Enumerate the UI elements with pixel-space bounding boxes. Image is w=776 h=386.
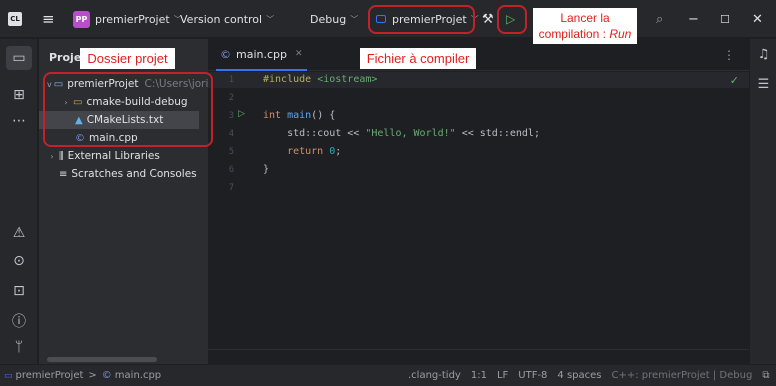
build-config-label: Debug xyxy=(310,12,347,26)
run-gutter-icon[interactable]: ▷ xyxy=(238,109,245,119)
annotation-line: compilation : Run xyxy=(533,26,637,42)
line-number: 7 xyxy=(228,183,234,193)
breadcrumb-separator: > xyxy=(88,370,97,381)
annotation-run-word: Run xyxy=(609,27,632,41)
vcs-label: Version control xyxy=(180,12,263,26)
code-token: << std::endl; xyxy=(455,128,540,139)
code-token: 0 xyxy=(323,146,336,157)
more-vertical-icon[interactable]: ⋮ xyxy=(723,48,735,62)
line-number: 6 xyxy=(228,165,234,175)
notifications-icon[interactable]: ♫ xyxy=(750,47,776,62)
resolve-context[interactable]: C++: premierProjet | Debug xyxy=(612,370,753,381)
project-tool-folder-icon[interactable]: ▭ xyxy=(6,46,32,70)
tab-main-cpp[interactable]: © main.cpp ✕ xyxy=(216,39,307,71)
line-ending[interactable]: LF xyxy=(497,370,508,381)
code-token: int xyxy=(263,110,282,121)
tree-item-scratches[interactable]: ≡ Scratches and Consoles xyxy=(39,165,208,183)
tree-item-label: External Libraries xyxy=(67,150,160,162)
line-number: 1 xyxy=(228,75,234,85)
git-icon[interactable]: ᛘ xyxy=(0,339,38,355)
problems-icon[interactable]: ⓘ xyxy=(0,311,38,331)
services-icon[interactable]: ⊙ xyxy=(0,253,38,269)
annotation-dossier-projet: Dossier projet xyxy=(80,48,175,69)
status-bar: ▭ premierProjet > © main.cpp .clang-tidy… xyxy=(0,364,776,386)
code-token: std::cout << xyxy=(263,128,366,139)
horizontal-scrollbar[interactable] xyxy=(47,357,157,362)
line-number: 5 xyxy=(228,147,234,157)
code-token: } xyxy=(263,164,270,175)
hamburger-icon[interactable]: ≡ xyxy=(42,0,55,38)
code-line-5[interactable]: return 0; xyxy=(263,146,341,157)
project-badge: PP xyxy=(73,10,90,28)
line-number: 3 xyxy=(228,111,234,121)
code-token: "Hello, World!" xyxy=(365,128,456,139)
terminal-icon[interactable]: ⊡ xyxy=(0,283,38,299)
chevron-down-icon: ﹀ xyxy=(350,14,359,24)
library-icon: ⫼ xyxy=(59,150,64,162)
annotation-line: Lancer la xyxy=(560,11,610,25)
cpp-file-icon: © xyxy=(220,47,231,61)
annotation-lancer-compilation: Lancer la compilation : Run xyxy=(533,8,637,44)
more-tools-icon[interactable]: ⋯ xyxy=(0,113,38,129)
breadcrumb: ▭ premierProjet > © main.cpp xyxy=(4,370,161,381)
editor: © main.cpp ✕ ⋮ 1 2 3 ▷ 4 5 6 7 #include … xyxy=(208,39,749,364)
code-line-6[interactable]: } xyxy=(263,164,269,175)
right-tool-strip: ♫ ☰ xyxy=(749,39,776,364)
tree-item-label: Scratches and Consoles xyxy=(71,168,197,180)
code-line-3[interactable]: int main() { xyxy=(263,110,335,121)
annotation-fichier-a-compiler: Fichier à compiler xyxy=(360,48,476,69)
app-icon[interactable]: CL xyxy=(8,0,22,38)
indent-setting[interactable]: 4 spaces xyxy=(557,370,601,381)
scratches-icon: ≡ xyxy=(59,168,68,180)
inspection-ok-icon[interactable]: ✓ xyxy=(730,74,739,87)
chevron-down-icon: ﹀ xyxy=(266,14,275,24)
close-icon[interactable]: ✕ xyxy=(752,0,763,38)
status-widgets: .clang-tidy 1:1 LF UTF-8 4 spaces C++: p… xyxy=(408,370,776,381)
divider xyxy=(208,349,749,350)
module-icon: ▭ xyxy=(4,370,13,381)
vcs-menu[interactable]: Version control ﹀ xyxy=(180,0,274,38)
build-config-selector[interactable]: Debug ﹀ xyxy=(310,0,358,38)
annotation-box-run xyxy=(497,5,527,34)
chevron-right-icon: › xyxy=(50,151,54,161)
annotation-box-run-config xyxy=(368,5,475,34)
database-icon[interactable]: ☰ xyxy=(750,77,776,92)
app-logo: CL xyxy=(8,12,22,26)
breadcrumb-file[interactable]: main.cpp xyxy=(115,370,161,381)
code-token: () { xyxy=(311,110,336,121)
code-token: main xyxy=(281,110,312,121)
caret-position[interactable]: 1:1 xyxy=(471,370,487,381)
maximize-icon[interactable]: ☐ xyxy=(720,0,730,38)
code-line-1[interactable]: #include <iostream> xyxy=(263,74,377,85)
annotation-box-project-tree xyxy=(43,72,213,147)
cmake-tool-icon[interactable]: ⚠ xyxy=(0,225,38,241)
editor-tab-bar: © main.cpp ✕ ⋮ xyxy=(208,39,749,71)
project-name: premierProjet xyxy=(95,12,170,26)
line-number: 2 xyxy=(228,93,234,103)
minimize-icon[interactable]: − xyxy=(688,0,699,38)
project-switcher[interactable]: PP premierProjet ﹀ xyxy=(73,0,182,38)
linter-status[interactable]: .clang-tidy xyxy=(408,370,461,381)
file-encoding[interactable]: UTF-8 xyxy=(518,370,547,381)
code-token: #include xyxy=(263,74,312,85)
lock-icon[interactable]: ⧉ xyxy=(762,370,769,381)
left-tool-strip: ▭ ⊞ ⋯ ⚠ ⊙ ⊡ ⓘ ᛘ xyxy=(0,39,38,364)
cpp-file-icon: © xyxy=(101,370,112,381)
code-line-4[interactable]: std::cout << "Hello, World!" << std::end… xyxy=(263,128,540,139)
line-number: 4 xyxy=(228,129,234,139)
breadcrumb-project[interactable]: premierProjet xyxy=(16,370,84,381)
structure-icon[interactable]: ⊞ xyxy=(0,87,38,103)
code-token: ; xyxy=(335,146,342,157)
tab-label: main.cpp xyxy=(236,47,287,61)
code-token: <iostream> xyxy=(311,74,378,85)
search-icon[interactable]: ⌕ xyxy=(656,0,663,38)
close-tab-icon[interactable]: ✕ xyxy=(295,49,303,59)
tree-item-external-libraries[interactable]: › ⫼ External Libraries xyxy=(39,147,208,165)
annotation-text: compilation : xyxy=(538,27,610,41)
build-hammer-icon[interactable]: ⚒ xyxy=(482,0,494,38)
code-token: return xyxy=(263,146,324,157)
